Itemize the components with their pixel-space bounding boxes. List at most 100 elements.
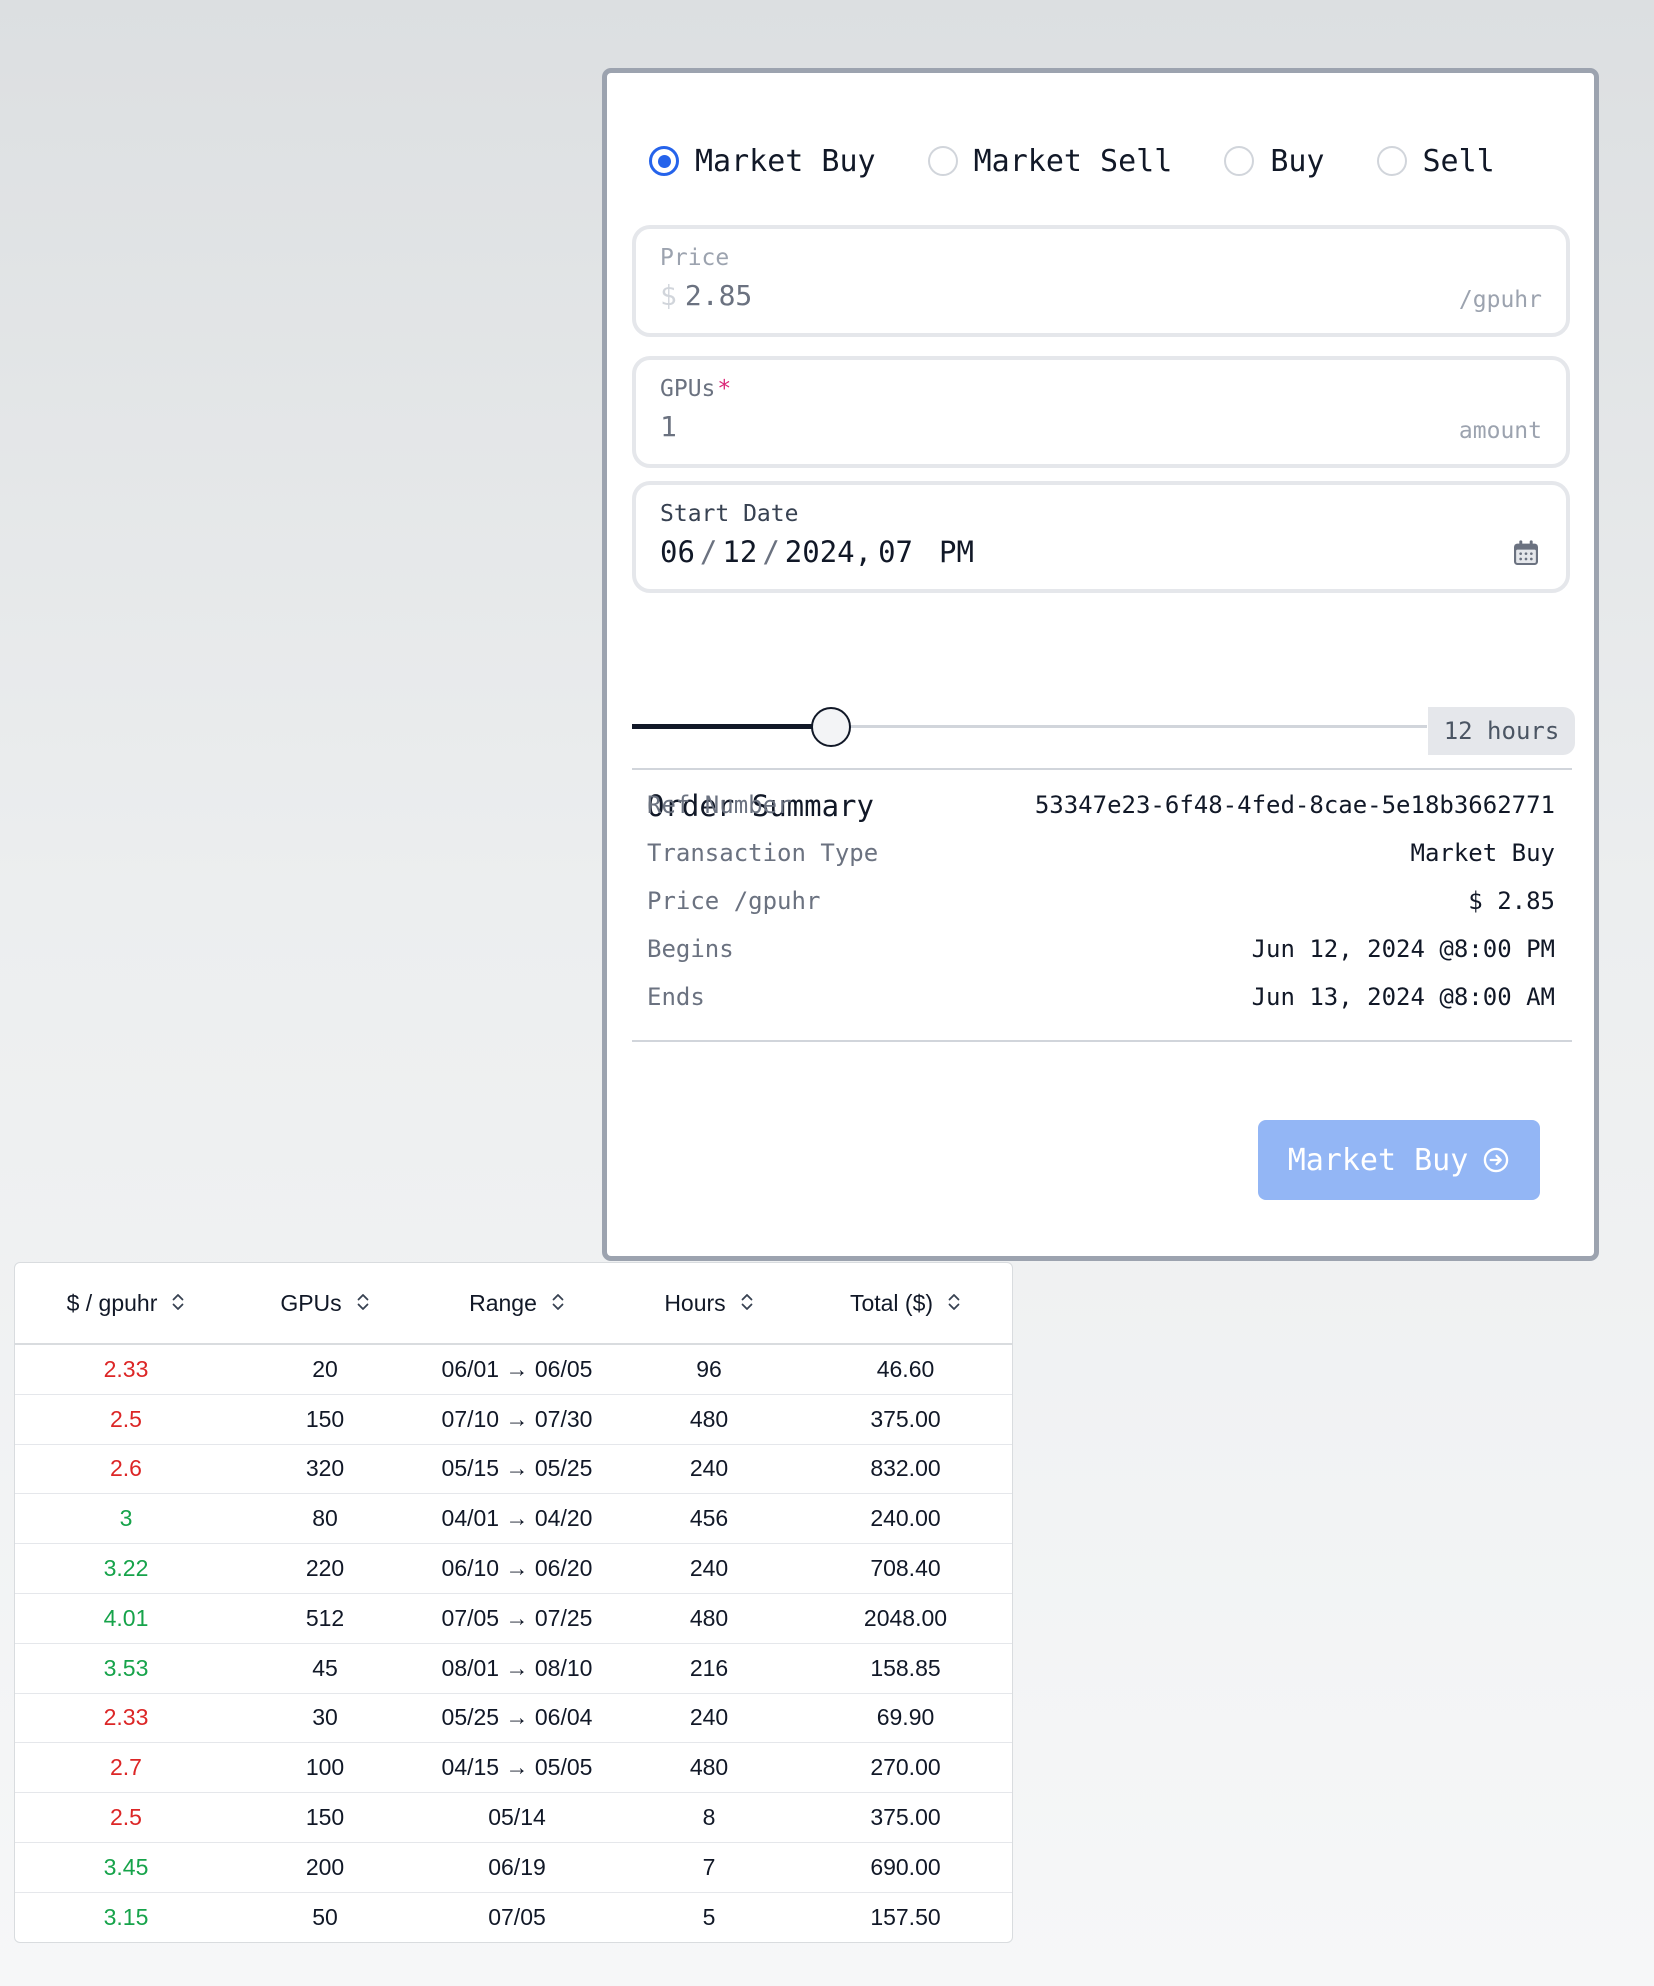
column-header-label: $ / gpuhr <box>66 1289 158 1316</box>
gpus-cell: 200 <box>237 1842 413 1893</box>
column-header-range[interactable]: Range <box>413 1263 621 1345</box>
start-date-label: Start Date <box>660 501 799 527</box>
sort-icon[interactable] <box>551 1292 565 1312</box>
price-field[interactable]: Price $2.85 /gpuhr <box>632 225 1570 337</box>
date-ampm[interactable]: PM <box>939 535 974 569</box>
summary-divider-top <box>632 768 1572 770</box>
table-row[interactable]: 2.7 100 04/15 → 05/05 480 270.00 <box>15 1742 1012 1794</box>
orders-table-card: $ / gpuhr GPUs Range Hours Total ($) 2.3… <box>14 1262 1013 1943</box>
hours-cell: 456 <box>621 1493 797 1545</box>
summary-key: Begins <box>647 935 734 963</box>
gpus-cell: 100 <box>237 1742 413 1794</box>
price-cell: 3.15 <box>103 1903 149 1930</box>
range-cell: 06/10 → 06/20 <box>413 1543 621 1594</box>
price-input[interactable]: $2.85 <box>660 279 752 312</box>
radio-checked-icon[interactable] <box>649 146 679 176</box>
gpus-input[interactable]: 1 <box>660 410 677 443</box>
order-panel: Market Buy Market Sell Buy Sell Price $2… <box>602 68 1599 1261</box>
table-row[interactable]: 2.33 20 06/01 → 06/05 96 46.60 <box>15 1344 1012 1395</box>
date-year[interactable]: 2024 <box>785 535 855 569</box>
radio-unchecked-icon[interactable] <box>1224 146 1255 176</box>
gpus-cell: 20 <box>237 1344 413 1395</box>
sort-icon[interactable] <box>947 1292 961 1312</box>
hours-cell: 240 <box>621 1444 797 1495</box>
column-header-gpus[interactable]: GPUs <box>237 1263 413 1345</box>
range-cell: 06/01 → 06/05 <box>413 1344 621 1395</box>
price-cell: 3.53 <box>15 1643 237 1694</box>
column-header-total[interactable]: Total ($) <box>797 1263 1012 1345</box>
summary-key: Ends <box>647 983 705 1011</box>
column-header-label: GPUs <box>280 1289 342 1316</box>
radio-label: Market Buy <box>695 143 876 179</box>
start-date-input[interactable]: 06/12/2024, 07 PM <box>660 535 974 569</box>
radio-unchecked-icon[interactable] <box>927 146 958 176</box>
hours-cell: 480 <box>621 1593 797 1644</box>
total-cell: 240.00 <box>797 1493 1012 1545</box>
gpus-label: GPUs* <box>660 376 731 402</box>
total-cell: 375.00 <box>797 1792 1012 1843</box>
gpus-cell: 80 <box>237 1493 413 1545</box>
price-cell: 3.22 <box>15 1543 237 1594</box>
column-header-price[interactable]: $ / gpuhr <box>15 1263 237 1345</box>
summary-row-price: Price /gpuhr $ 2.85 <box>647 881 1555 921</box>
calendar-icon[interactable] <box>1510 537 1542 569</box>
price-cell: 2.5 <box>15 1792 237 1843</box>
order-type-market-sell[interactable]: Market Sell <box>927 144 1172 179</box>
sort-icon[interactable] <box>356 1292 370 1312</box>
date-hour[interactable]: 07 <box>878 535 913 569</box>
price-cell: 2.5 <box>15 1394 237 1445</box>
radio-unchecked-icon[interactable] <box>1376 146 1407 176</box>
market-buy-submit-button[interactable]: Market Buy <box>1258 1120 1540 1200</box>
summary-row-transaction-type: Transaction Type Market Buy <box>647 833 1555 873</box>
gpus-unit-suffix: amount <box>1458 418 1542 444</box>
sort-icon[interactable] <box>171 1292 185 1312</box>
table-row[interactable]: 3.45 200 06/19 7 690.00 <box>15 1842 1012 1893</box>
table-row[interactable]: 2.33 30 05/25 → 06/04 240 69.90 <box>15 1693 1012 1744</box>
gpus-cell: 512 <box>237 1593 413 1644</box>
table-row[interactable]: 3.15 50 07/05 5 157.50 <box>15 1892 1012 1941</box>
total-cell: 46.60 <box>797 1344 1012 1395</box>
table-row[interactable]: 3 80 04/01 → 04/20 456 240.00 <box>15 1493 1012 1545</box>
submit-button-label: Market Buy <box>1287 1142 1469 1178</box>
price-cell: 3 <box>15 1493 237 1545</box>
range-cell: 04/01 → 04/20 <box>413 1493 621 1545</box>
table-row[interactable]: 2.5 150 05/14 8 375.00 <box>15 1792 1012 1843</box>
gpus-cell: 150 <box>237 1792 413 1843</box>
hours-cell: 96 <box>621 1344 797 1395</box>
order-type-market-buy[interactable]: Market Buy <box>649 144 876 179</box>
table-header-row: $ / gpuhr GPUs Range Hours Total ($) <box>15 1263 1012 1345</box>
table-row[interactable]: 2.6 320 05/15 → 05/25 240 832.00 <box>15 1444 1012 1495</box>
summary-value: 53347e23-6f48-4fed-8cae-5e18b3662771 <box>1034 791 1555 819</box>
table-row[interactable]: 3.22 220 06/10 → 06/20 240 708.40 <box>15 1543 1012 1594</box>
column-header-label: Total ($) <box>849 1289 934 1316</box>
hours-cell: 216 <box>621 1643 797 1694</box>
range-cell: 08/01 → 08/10 <box>413 1643 621 1694</box>
date-month[interactable]: 06 <box>660 535 695 569</box>
summary-row-begins: Begins Jun 12, 2024 @8:00 PM <box>647 929 1555 969</box>
orders-table-body: 2.33 20 06/01 → 06/05 96 46.60 2.5 150 07/10 → … <box>15 1344 1012 1942</box>
slider-thumb[interactable] <box>810 707 851 747</box>
gpus-field[interactable]: GPUs* 1 amount <box>632 356 1570 468</box>
order-type-buy[interactable]: Buy <box>1224 144 1325 179</box>
hours-cell: 7 <box>621 1842 797 1893</box>
hours-cell: 240 <box>621 1543 797 1594</box>
price-cell: 4.01 <box>15 1593 237 1644</box>
dollar-sign: $ <box>660 279 677 312</box>
price-cell: 2.33 <box>15 1344 237 1395</box>
required-mark: * <box>717 376 732 402</box>
duration-slider[interactable] <box>632 707 1427 747</box>
column-header-hours[interactable]: Hours <box>621 1263 797 1345</box>
summary-row-ends: Ends Jun 13, 2024 @8:00 AM <box>647 977 1555 1017</box>
gpus-cell: 45 <box>237 1643 413 1694</box>
table-row[interactable]: 2.5 150 07/10 → 07/30 480 375.00 <box>15 1394 1012 1445</box>
sort-icon[interactable] <box>740 1292 754 1312</box>
table-row[interactable]: 3.53 45 08/01 → 08/10 216 158.85 <box>15 1643 1012 1694</box>
order-type-sell[interactable]: Sell <box>1376 144 1495 179</box>
range-cell: 07/05 → 07/25 <box>413 1593 621 1644</box>
start-date-field[interactable]: Start Date 06/12/2024, 07 PM <box>632 481 1570 593</box>
table-row[interactable]: 4.01 512 07/05 → 07/25 480 2048.00 <box>15 1593 1012 1644</box>
date-day[interactable]: 12 <box>722 535 757 569</box>
range-cell: 05/15 → 05/25 <box>413 1444 621 1495</box>
summary-key: Price /gpuhr <box>647 887 821 915</box>
column-header-label: Hours <box>664 1289 726 1316</box>
